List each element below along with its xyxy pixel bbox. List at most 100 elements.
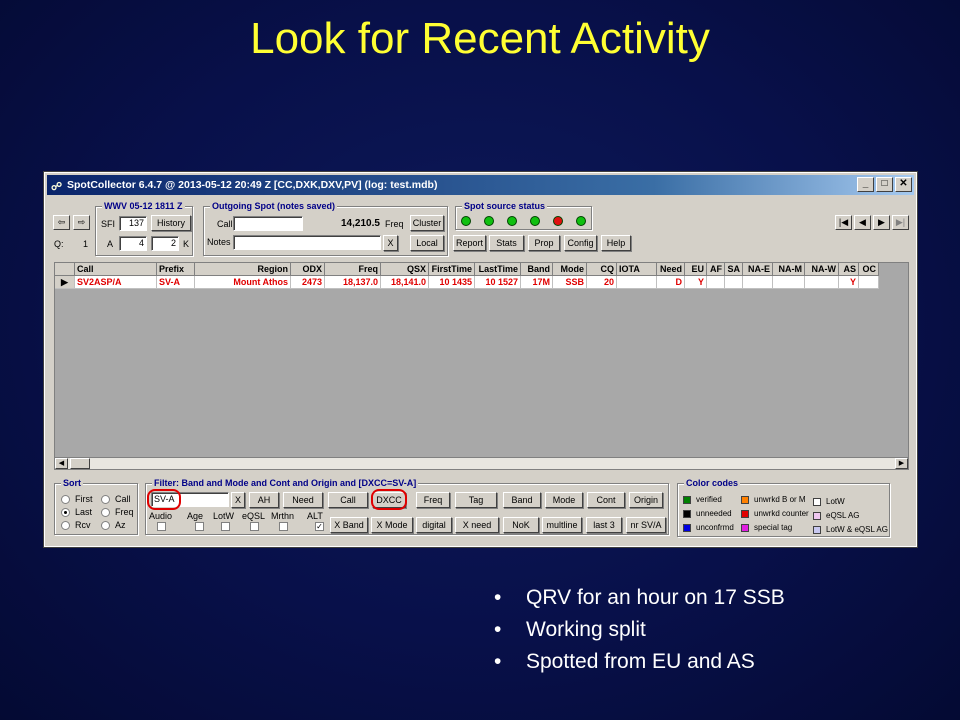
table-cell xyxy=(859,276,879,289)
prop-button[interactable]: Prop xyxy=(528,235,560,251)
filter-mode-button[interactable]: Mode xyxy=(545,492,583,508)
horizontal-scrollbar[interactable]: ◀ ▶ xyxy=(54,457,909,470)
filter-cont-button[interactable]: Cont xyxy=(587,492,625,508)
window-titlebar[interactable]: ☍ SpotCollector 6.4.7 @ 2013-05-12 20:49… xyxy=(47,175,914,195)
color-code-label: LotW xyxy=(826,497,845,506)
filter-call-button[interactable]: Call xyxy=(328,492,368,508)
call-field[interactable] xyxy=(233,216,303,231)
filter-checkbox-eqsl[interactable] xyxy=(250,522,259,531)
filter-last-3-button[interactable]: last 3 xyxy=(586,517,622,533)
column-header[interactable]: IOTA xyxy=(617,263,657,276)
filter-origin-button[interactable]: Origin xyxy=(629,492,663,508)
column-header[interactable]: QSX xyxy=(381,263,429,276)
history-button[interactable]: History xyxy=(151,215,191,231)
column-header[interactable]: AS xyxy=(839,263,859,276)
sort-radio-az[interactable] xyxy=(101,521,110,530)
column-header[interactable]: NA-M xyxy=(773,263,805,276)
filter-multline-button[interactable]: multline xyxy=(542,517,582,533)
filter-checkbox-audio[interactable] xyxy=(157,522,166,531)
column-header[interactable]: Band xyxy=(521,263,553,276)
minimize-button[interactable]: _ xyxy=(857,177,874,192)
spot-grid: Call Prefix Region ODX Freq QSX FirstTime LastT… xyxy=(54,262,909,470)
filter-nr-sv-a-button[interactable]: nr SV/A xyxy=(626,517,666,533)
column-header[interactable]: FirstTime xyxy=(429,263,475,276)
filter-x-need-button[interactable]: X need xyxy=(455,517,499,533)
column-header[interactable]: Prefix xyxy=(157,263,195,276)
column-header[interactable]: CQ xyxy=(587,263,617,276)
color-swatch xyxy=(813,512,821,520)
previous-record-icon[interactable]: ◀ xyxy=(854,215,871,230)
stats-button[interactable]: Stats xyxy=(489,235,524,251)
report-button[interactable]: Report xyxy=(453,235,486,251)
color-code-label: special tag xyxy=(754,523,793,532)
column-header[interactable]: ODX xyxy=(291,263,325,276)
forward-arrow-icon[interactable]: ⇨ xyxy=(73,215,90,230)
table-cell: 10 1527 xyxy=(475,276,521,289)
sort-radio-last[interactable] xyxy=(61,508,70,517)
scroll-thumb[interactable] xyxy=(70,458,90,469)
first-record-icon[interactable]: |◀ xyxy=(835,215,852,230)
q-value: 1 xyxy=(83,239,89,249)
back-arrow-icon[interactable]: ⇦ xyxy=(53,215,70,230)
column-header[interactable]: SA xyxy=(725,263,743,276)
sort-radio-freq[interactable] xyxy=(101,508,110,517)
maximize-button[interactable]: □ xyxy=(876,177,893,192)
spotcollector-window: ☍ SpotCollector 6.4.7 @ 2013-05-12 20:49… xyxy=(43,171,918,548)
filter-checkbox-mrthn[interactable] xyxy=(279,522,288,531)
help-button[interactable]: Help xyxy=(601,235,631,251)
filter-checkbox-lotw[interactable] xyxy=(221,522,230,531)
column-header[interactable]: Need xyxy=(657,263,685,276)
filter-clear-button[interactable]: X xyxy=(231,492,245,508)
sort-option-label: Last xyxy=(75,507,93,517)
color-swatch xyxy=(813,526,821,534)
column-header[interactable]: AF xyxy=(707,263,725,276)
sort-radio-first[interactable] xyxy=(61,495,70,504)
filter-need-button[interactable]: Need xyxy=(283,492,323,508)
local-button[interactable]: Local xyxy=(410,235,444,251)
table-cell xyxy=(805,276,839,289)
next-record-icon[interactable]: ▶ xyxy=(873,215,890,230)
cluster-button[interactable]: Cluster xyxy=(410,215,444,231)
table-cell: 18,137.0 xyxy=(325,276,381,289)
color-swatch xyxy=(741,496,749,504)
notes-clear-button[interactable]: X xyxy=(383,235,398,251)
filter-ah-button[interactable]: AH xyxy=(249,492,279,508)
column-header[interactable]: EU xyxy=(685,263,707,276)
sort-radio-rcv[interactable] xyxy=(61,521,70,530)
scroll-left-icon[interactable]: ◀ xyxy=(55,458,68,469)
last-record-icon[interactable]: ▶| xyxy=(892,215,909,230)
filter-band-button[interactable]: Band xyxy=(503,492,541,508)
color-code-label: unneeded xyxy=(696,509,732,518)
column-header[interactable]: Mode xyxy=(553,263,587,276)
notes-field[interactable] xyxy=(233,235,381,250)
filter-tag-button[interactable]: Tag xyxy=(455,492,497,508)
a-field[interactable]: 4 xyxy=(119,236,147,251)
scroll-right-icon[interactable]: ▶ xyxy=(895,458,908,469)
filter-x-mode-button[interactable]: X Mode xyxy=(371,517,413,533)
filter-nok-button[interactable]: NoK xyxy=(503,517,539,533)
k-field[interactable]: 2 xyxy=(151,236,179,251)
filter-checkbox-age[interactable] xyxy=(195,522,204,531)
wwv-label: WWV 05-12 1811 Z xyxy=(102,201,185,211)
filter-digital-button[interactable]: digital xyxy=(416,517,452,533)
bullet-item: QRV for an hour on 17 SSB xyxy=(494,586,785,618)
filter-x-band-button[interactable]: X Band xyxy=(330,517,368,533)
column-header[interactable]: OC xyxy=(859,263,879,276)
sort-radio-call[interactable] xyxy=(101,495,110,504)
sfi-field[interactable]: 137 xyxy=(119,216,147,231)
close-button[interactable]: ✕ xyxy=(895,177,912,192)
column-header[interactable]: Call xyxy=(75,263,157,276)
table-cell: Y xyxy=(685,276,707,289)
column-header[interactable]: LastTime xyxy=(475,263,521,276)
column-header[interactable] xyxy=(55,263,75,276)
status-led-icon xyxy=(576,216,586,226)
filter-checkbox-alt[interactable]: ✓ xyxy=(315,522,324,531)
column-header[interactable]: Freq xyxy=(325,263,381,276)
table-cell: D xyxy=(657,276,685,289)
column-header[interactable]: NA-E xyxy=(743,263,773,276)
filter-freq-button[interactable]: Freq xyxy=(416,492,450,508)
column-header[interactable]: Region xyxy=(195,263,291,276)
config-button[interactable]: Config xyxy=(564,235,597,251)
column-header[interactable]: NA-W xyxy=(805,263,839,276)
table-row[interactable]: ▶ SV2ASP/A SV-A Mount Athos 2473 18,137.0 18,1… xyxy=(55,276,879,289)
